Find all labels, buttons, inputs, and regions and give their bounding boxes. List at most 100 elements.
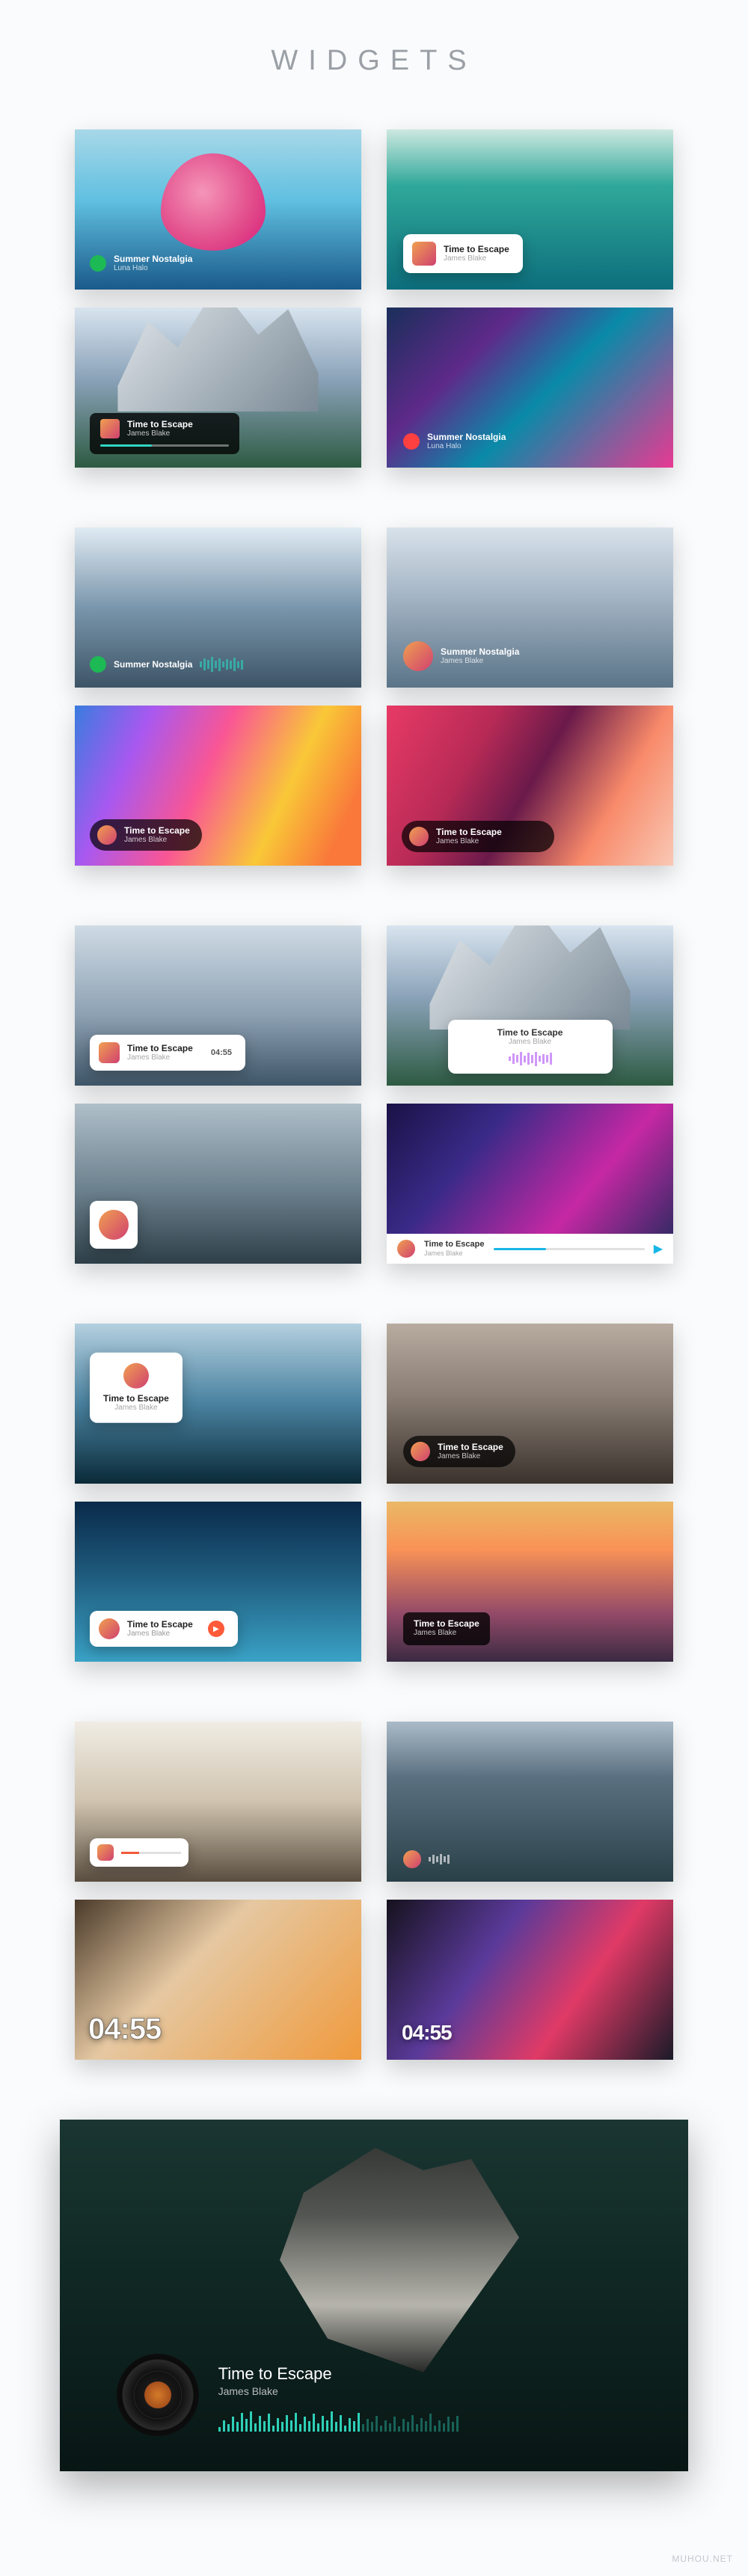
widget-card: Time to Escape James Blake: [75, 706, 361, 866]
page-title: WIDGETS: [0, 45, 748, 77]
track-title: Summer Nostalgia: [114, 254, 192, 264]
music-widget[interactable]: Summer Nostalgia James Blake: [403, 641, 519, 671]
widget-group-4: Time to Escape James Blake Time to Escap…: [0, 1324, 748, 1662]
album-thumb: [403, 1850, 421, 1868]
widget-card: Time to Escape James Blake ▶: [387, 1104, 673, 1264]
track-title: Time to Escape: [127, 1619, 193, 1630]
music-widget[interactable]: Summer Nostalgia Luna Halo: [403, 432, 506, 451]
album-thumb: [409, 827, 429, 846]
track-title: Time to Escape: [103, 1392, 169, 1403]
hero-waveform[interactable]: [218, 2411, 632, 2432]
track-artist: James Blake: [441, 657, 519, 666]
clock-time: 04:55: [402, 2021, 452, 2045]
widget-group-3: Time to Escape James Blake 04:55 Time to…: [0, 926, 748, 1264]
music-widget[interactable]: Time to Escape James Blake: [403, 1436, 515, 1467]
music-widget[interactable]: Time to Escape James Blake ▶: [90, 1611, 238, 1647]
album-thumb: [100, 419, 120, 438]
track-artist: Luna Halo: [427, 442, 506, 451]
waveform[interactable]: [462, 1051, 599, 1066]
music-widget[interactable]: Time to Escape James Blake: [90, 819, 202, 851]
album-thumb: [411, 1442, 430, 1461]
album-thumb: [97, 1844, 114, 1861]
music-widget[interactable]: Time to Escape James Blake: [403, 234, 523, 273]
track-artist: James Blake: [444, 254, 509, 263]
album-thumb: [403, 641, 433, 671]
track-artist: James Blake: [509, 1038, 551, 1047]
widget-card: Time to Escape James Blake: [387, 706, 673, 866]
track-artist: James Blake: [436, 837, 502, 846]
music-player-bar[interactable]: Time to Escape James Blake ▶: [387, 1234, 673, 1264]
time-display: 04:55: [88, 2013, 161, 2046]
music-widget[interactable]: Time to Escape James Blake: [448, 1020, 613, 1074]
progress-bar[interactable]: [121, 1852, 181, 1854]
time-display: 04:55: [402, 2021, 452, 2045]
album-thumb: [99, 1618, 120, 1639]
hero-player: Time to Escape James Blake: [60, 2120, 688, 2471]
track-artist: James Blake: [127, 429, 193, 438]
album-thumb: [412, 242, 436, 266]
track-title: Summer Nostalgia: [427, 432, 506, 442]
widget-card: Time to Escape James Blake: [387, 926, 673, 1086]
music-widget[interactable]: Time to Escape James Blake: [403, 1612, 490, 1645]
album-thumb: [397, 1240, 415, 1258]
spotify-icon: [90, 656, 106, 673]
waveform[interactable]: [200, 657, 346, 672]
track-time: 04:55: [211, 1048, 232, 1057]
music-widget[interactable]: Summer Nostalgia Luna Halo: [90, 254, 192, 273]
widget-card: 04:55: [75, 1900, 361, 2060]
widget-card: Summer Nostalgia Luna Halo: [75, 129, 361, 290]
play-icon[interactable]: ▶: [208, 1621, 224, 1637]
track-title: Summer Nostalgia: [441, 646, 519, 657]
track-title: Time to Escape: [444, 244, 509, 254]
track-title: Time to Escape: [127, 1043, 193, 1053]
track-artist: James Blake: [124, 836, 190, 845]
widget-group-1: Summer Nostalgia Luna Halo Time to Escap…: [0, 129, 748, 468]
hero-controls: Time to Escape James Blake: [117, 2354, 632, 2436]
widget-card: Time to Escape James Blake ▶: [75, 1502, 361, 1662]
music-widget[interactable]: [90, 1838, 188, 1867]
widget-card: 04:55: [387, 1900, 673, 2060]
widget-card: Time to Escape James Blake: [387, 1502, 673, 1662]
track-title: Time to Escape: [414, 1618, 479, 1629]
widget-card: Summer Nostalgia James Blake: [387, 527, 673, 688]
widget-card: Time to Escape James Blake: [75, 308, 361, 468]
music-widget[interactable]: Time to Escape James Blake 04:55: [90, 1035, 245, 1071]
hero-title: Time to Escape: [218, 2364, 632, 2384]
track-artist: James Blake: [114, 1404, 157, 1413]
track-title: Time to Escape: [124, 825, 190, 836]
track-artist: James Blake: [438, 1452, 503, 1461]
album-thumb: [99, 1042, 120, 1063]
widget-card: Summer Nostalgia Luna Halo: [387, 308, 673, 468]
widget-card: Summer Nostalgia: [75, 527, 361, 688]
music-widget[interactable]: Time to Escape James Blake: [90, 1352, 183, 1422]
music-widget[interactable]: Time to Escape James Blake: [90, 413, 239, 454]
widget-group-2: Summer Nostalgia Summer Nostalgia James …: [0, 527, 748, 866]
watermark: MUHOU.NET: [672, 2554, 733, 2564]
track-artist: James Blake: [127, 1053, 193, 1062]
play-icon[interactable]: ▶: [654, 1241, 663, 1256]
album-thumb: [99, 1210, 129, 1240]
track-artist: Luna Halo: [114, 264, 192, 273]
music-icon: [403, 433, 420, 450]
track-title: Time to Escape: [438, 1442, 503, 1452]
music-widget[interactable]: Summer Nostalgia: [90, 656, 346, 673]
waveform[interactable]: [429, 1853, 450, 1865]
widget-card: [75, 1104, 361, 1264]
music-widget[interactable]: Time to Escape James Blake: [402, 821, 554, 852]
widget-card: Time to Escape James Blake: [387, 1324, 673, 1484]
progress-bar[interactable]: [494, 1248, 645, 1250]
widget-card: Time to Escape James Blake: [75, 1324, 361, 1484]
track-title: Time to Escape: [424, 1240, 485, 1249]
track-title: Summer Nostalgia: [114, 659, 192, 670]
vinyl-icon: [117, 2354, 199, 2436]
track-title: Time to Escape: [436, 827, 502, 837]
widget-card: Time to Escape James Blake: [387, 129, 673, 290]
spotify-icon: [90, 255, 106, 272]
progress-bar[interactable]: [100, 444, 229, 447]
widget-card: [387, 1722, 673, 1882]
widget-card: [75, 1722, 361, 1882]
music-widget[interactable]: [403, 1850, 450, 1868]
music-widget[interactable]: [90, 1201, 138, 1249]
track-artist: James Blake: [414, 1629, 479, 1638]
track-title: Time to Escape: [497, 1027, 563, 1038]
